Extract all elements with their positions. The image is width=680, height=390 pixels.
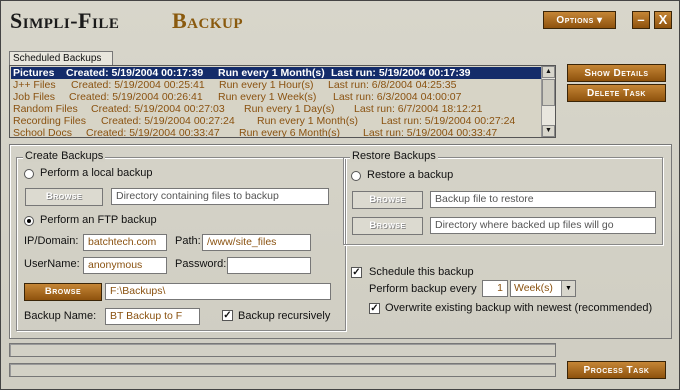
- every-label: Perform backup every: [369, 283, 477, 295]
- progress-bar: [9, 363, 556, 377]
- task-panel: Create Backups Perform a local backup Br…: [9, 144, 672, 339]
- task-last-run: Last run: 5/19/2004 00:27:24: [381, 115, 516, 127]
- local-directory-field[interactable]: Directory containing files to backup: [111, 188, 329, 205]
- restore-radio[interactable]: [351, 171, 361, 181]
- task-created: Created: 5/19/2004 00:26:41: [69, 91, 203, 103]
- path-label: Path:: [175, 235, 201, 247]
- scheduled-backups-tab[interactable]: Scheduled Backups: [9, 51, 113, 65]
- list-item[interactable]: Job Files Created: 5/19/2004 00:26:41 Ru…: [11, 91, 541, 103]
- local-backup-radio[interactable]: [24, 169, 34, 179]
- password-field[interactable]: [227, 257, 311, 274]
- ip-domain-label: IP/Domain:: [24, 235, 79, 247]
- username-field[interactable]: anonymous: [83, 257, 167, 274]
- list-item[interactable]: Pictures Created: 5/19/2004 00:17:39 Run…: [11, 67, 541, 79]
- title-bar[interactable]: Simpli-File Backup Options ▾ – X: [1, 1, 679, 43]
- task-interval: Run every 1 Month(s): [218, 67, 325, 79]
- task-interval: Run every 1 Week(s): [218, 91, 317, 103]
- list-item[interactable]: J++ Files Created: 5/19/2004 00:25:41 Ru…: [11, 79, 541, 91]
- delete-task-button[interactable]: Delete Task: [567, 84, 666, 102]
- overwrite-label[interactable]: Overwrite existing backup with newest (r…: [385, 302, 652, 314]
- close-button[interactable]: X: [654, 11, 672, 29]
- scroll-thumb[interactable]: [542, 79, 555, 106]
- restore-radio-label[interactable]: Restore a backup: [367, 169, 453, 181]
- path-field[interactable]: /www/site_files: [202, 234, 311, 251]
- task-name: Pictures: [13, 67, 55, 79]
- list-item[interactable]: Random Files Created: 5/19/2004 00:27:03…: [11, 103, 541, 115]
- options-button[interactable]: Options ▾: [543, 11, 616, 29]
- destination-browse-button[interactable]: Browse: [24, 283, 102, 301]
- interval-unit-select[interactable]: Week(s) ▼: [510, 280, 576, 297]
- task-created: Created: 5/19/2004 00:17:39: [66, 67, 204, 79]
- task-name: J++ Files: [13, 79, 56, 91]
- recursive-checkbox[interactable]: ✓: [222, 310, 233, 321]
- password-label: Password:: [175, 258, 227, 270]
- interval-unit-value: Week(s): [514, 282, 553, 294]
- create-backups-label: Create Backups: [23, 150, 106, 162]
- restore-dir-field[interactable]: Directory where backed up files will go: [430, 217, 656, 234]
- local-backup-label[interactable]: Perform a local backup: [40, 167, 153, 179]
- username-label: UserName:: [24, 258, 80, 270]
- task-created: Created: 5/19/2004 00:27:24: [101, 115, 235, 127]
- create-backups-group: Create Backups Perform a local backup Br…: [16, 150, 346, 331]
- destination-field[interactable]: F:\Backups\: [105, 283, 331, 300]
- restore-file-field[interactable]: Backup file to restore: [430, 191, 656, 208]
- status-bar-top: [9, 343, 556, 357]
- process-task-button[interactable]: Process Task: [567, 361, 666, 379]
- list-scrollbar[interactable]: ▲ ▼: [541, 66, 555, 137]
- task-name: Recording Files: [13, 115, 86, 127]
- chevron-down-icon[interactable]: ▼: [561, 281, 575, 296]
- backup-name-field[interactable]: BT Backup to F: [105, 308, 200, 325]
- restore-file-browse-button[interactable]: Browse: [352, 191, 423, 209]
- task-created: Created: 5/19/2004 00:25:41: [71, 79, 205, 91]
- schedule-label[interactable]: Schedule this backup: [369, 266, 474, 278]
- task-interval: Run every 1 Hour(s): [219, 79, 314, 91]
- task-name: Job Files: [13, 91, 56, 103]
- ip-domain-field[interactable]: batchtech.com: [83, 234, 167, 251]
- task-created: Created: 5/19/2004 00:27:03: [91, 103, 225, 115]
- list-item[interactable]: School Docs Created: 5/19/2004 00:33:47 …: [11, 127, 541, 138]
- task-last-run: Last run: 6/8/2004 04:25:35: [328, 79, 457, 91]
- scroll-down-icon[interactable]: ▼: [542, 125, 555, 137]
- scheduled-backups-list[interactable]: Pictures Created: 5/19/2004 00:17:39 Run…: [9, 65, 556, 138]
- ftp-backup-label[interactable]: Perform an FTP backup: [40, 214, 157, 226]
- recursive-label[interactable]: Backup recursively: [238, 310, 330, 322]
- task-last-run: Last run: 5/19/2004 00:17:39: [331, 67, 471, 79]
- minimize-button[interactable]: –: [632, 11, 650, 29]
- scroll-up-icon[interactable]: ▲: [542, 66, 555, 78]
- local-browse-button[interactable]: Browse: [25, 188, 103, 206]
- overwrite-checkbox[interactable]: ✓: [369, 303, 380, 314]
- task-interval: Run every 6 Month(s): [239, 127, 340, 138]
- backup-name-label: Backup Name:: [24, 310, 97, 322]
- task-name: Random Files: [13, 103, 78, 115]
- task-interval: Run every 1 Month(s): [257, 115, 358, 127]
- task-name: School Docs: [13, 127, 72, 138]
- task-created: Created: 5/19/2004 00:33:47: [86, 127, 220, 138]
- restore-dir-browse-button[interactable]: Browse: [352, 217, 423, 235]
- show-details-button[interactable]: Show Details: [567, 64, 666, 82]
- task-last-run: Last run: 6/7/2004 18:12:21: [354, 103, 483, 115]
- app-window: Simpli-File Backup Options ▾ – X Schedul…: [0, 0, 680, 390]
- restore-backups-label: Restore Backups: [350, 150, 438, 162]
- task-last-run: Last run: 5/19/2004 00:33:47: [363, 127, 498, 138]
- task-interval: Run every 1 Day(s): [244, 103, 335, 115]
- ftp-backup-radio[interactable]: [24, 216, 34, 226]
- schedule-checkbox[interactable]: ✓: [351, 267, 362, 278]
- every-value-field[interactable]: 1: [482, 280, 508, 297]
- app-title-name: Simpli-File: [10, 8, 120, 33]
- list-item[interactable]: Recording Files Created: 5/19/2004 00:27…: [11, 115, 541, 127]
- restore-backups-group: Restore Backups Restore a backup Browse …: [343, 150, 663, 245]
- app-title-backup: Backup: [172, 8, 244, 33]
- task-last-run: Last run: 6/3/2004 04:00:07: [333, 91, 462, 103]
